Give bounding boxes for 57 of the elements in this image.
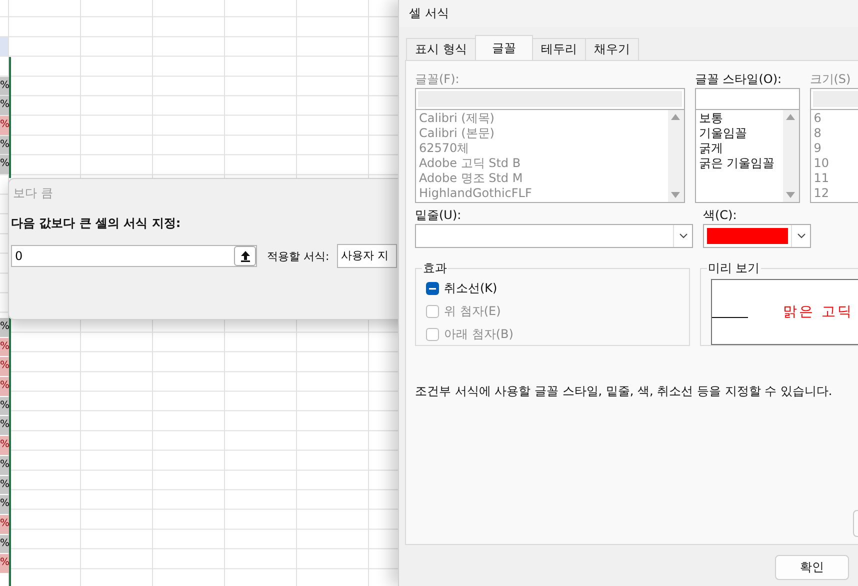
field-label: 크기(S) xyxy=(810,71,852,88)
checkbox[interactable]: 취소선(K) xyxy=(426,277,498,300)
list-item[interactable]: 굵은 기울임꼴 xyxy=(698,156,780,171)
format-label: 적용할 서식: xyxy=(267,248,330,264)
table-cell: % xyxy=(0,416,9,436)
input-field[interactable] xyxy=(415,88,685,110)
collapse-button[interactable] xyxy=(234,246,256,266)
table-cell: % xyxy=(0,155,9,174)
list-item[interactable]: 기울임꼴 xyxy=(698,126,780,141)
list-item[interactable]: 굵게 xyxy=(698,141,780,156)
table-cell: % xyxy=(0,318,9,337)
scroll-up-icon[interactable] xyxy=(786,114,796,120)
table-cell: % xyxy=(0,136,9,154)
list-item[interactable]: 보통 xyxy=(698,111,780,126)
selected-row-highlight xyxy=(0,37,8,56)
table-cell: % xyxy=(0,534,9,554)
table-cell: % xyxy=(0,554,9,573)
format-dropdown[interactable]: 사용자 지 xyxy=(337,244,398,268)
underline-dropdown[interactable] xyxy=(415,224,693,248)
description-text: 조건부 서식에 사용할 글꼴 스타일, 밑줄, 색, 취소선 등을 지정할 수 있습니다. xyxy=(415,383,834,400)
table-cell: % xyxy=(0,456,9,474)
tab[interactable]: 채우기 xyxy=(584,38,639,60)
table-cell: % xyxy=(0,495,9,514)
table-cell: % xyxy=(0,436,9,455)
minus-icon xyxy=(429,288,436,290)
chevron-down-icon xyxy=(796,233,806,239)
field-label: 글꼴 스타일(O): xyxy=(694,71,783,88)
table-cell: % xyxy=(0,76,9,96)
scroll-up-icon[interactable] xyxy=(671,114,680,120)
table-cell: % xyxy=(0,96,9,116)
field-label: 밑줄(U): xyxy=(415,207,462,224)
group-title: 효과 xyxy=(422,260,448,277)
field-label: 색(C): xyxy=(703,207,738,224)
value-field[interactable]: 0 xyxy=(11,245,257,267)
table-cell: % xyxy=(0,357,9,376)
preview-text: 맑은 고딕 xyxy=(782,303,854,321)
scroll-down-icon[interactable] xyxy=(786,192,796,198)
tab[interactable]: 글꼴 xyxy=(474,35,533,60)
color-dropdown[interactable] xyxy=(703,224,811,248)
table-cell: % xyxy=(0,338,9,356)
table-cell: % xyxy=(0,116,9,135)
chevron-down-icon xyxy=(678,233,688,239)
upload-arrow-icon xyxy=(240,250,250,262)
input-field[interactable] xyxy=(810,88,858,110)
table-cell: % xyxy=(0,514,9,534)
tab[interactable]: 표시 형식 xyxy=(406,38,476,60)
table-cell: % xyxy=(0,396,9,416)
list-box[interactable]: 보통 기울임꼴 굵게 굵은 기울임꼴 xyxy=(694,110,800,203)
dialog-title: 셀 서식 xyxy=(399,0,858,27)
scroll-down-icon[interactable] xyxy=(671,192,680,198)
table-cell: % xyxy=(0,476,9,494)
ok-button[interactable]: 확인 xyxy=(775,555,849,580)
group-title: 미리 보기 xyxy=(706,260,761,277)
table-cell: % xyxy=(0,377,9,396)
input-field[interactable] xyxy=(694,88,800,110)
underline-sample xyxy=(712,316,748,318)
field-label: 글꼴(F): xyxy=(415,71,460,88)
